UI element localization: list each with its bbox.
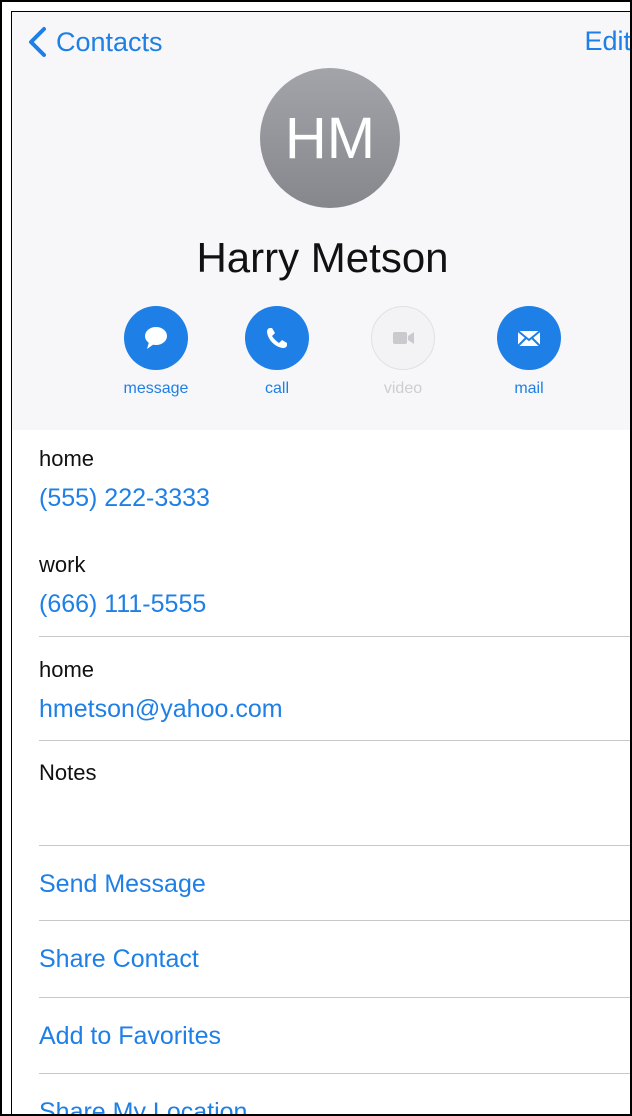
notes-field[interactable]: Notes [39,760,630,798]
divider [39,636,630,637]
message-action-label: message [123,380,189,397]
mail-action-label: mail [514,380,544,397]
field-label: work [39,552,86,577]
contact-name: Harry Metson [196,234,449,281]
field-label: home [39,657,95,682]
send-message-link[interactable]: Send Message [39,870,206,899]
phone-icon [267,328,287,348]
call-button[interactable] [245,306,309,370]
video-action: video [348,306,458,398]
back-button-label: Contacts [56,26,163,57]
chevron-left-icon [29,27,46,57]
video-action-label: video [383,380,423,397]
field-value[interactable]: hmetson@yahoo.com [39,695,630,724]
phone-field-home[interactable]: home (555) 222-3333 [39,446,630,513]
divider [39,740,630,741]
share-contact-link[interactable]: Share Contact [39,945,199,974]
screenshot-frame: Contacts Edit HM Harry Metson message ca… [0,0,632,1116]
divider [39,920,630,921]
contact-header: Contacts Edit HM Harry Metson message ca… [12,12,630,430]
video-button [371,306,435,370]
mail-button[interactable] [497,306,561,370]
email-field-home[interactable]: home hmetson@yahoo.com [39,657,630,724]
contact-detail-screen: Contacts Edit HM Harry Metson message ca… [11,11,630,1114]
back-button[interactable]: Contacts [26,24,163,60]
share-my-location-link[interactable]: Share My Location [39,1098,247,1114]
message-button[interactable] [124,306,188,370]
edit-button[interactable]: Edit [584,26,630,57]
avatar: HM [260,68,400,208]
field-value[interactable]: (555) 222-3333 [39,484,630,513]
message-action[interactable]: message [101,306,211,398]
call-action[interactable]: call [222,306,332,398]
divider [39,1073,630,1074]
mail-icon [517,330,541,347]
call-action-label: call [264,380,289,397]
avatar-initials: HM [284,105,376,171]
phone-field-work[interactable]: work (666) 111-5555 [39,552,630,619]
divider [39,845,630,846]
add-to-favorites-link[interactable]: Add to Favorites [39,1022,221,1051]
divider [39,997,630,998]
field-label: home [39,446,95,471]
message-icon [145,327,167,349]
notes-label: Notes [39,760,97,785]
field-value[interactable]: (666) 111-5555 [39,590,630,619]
video-icon [393,332,414,344]
mail-action[interactable]: mail [474,306,584,398]
